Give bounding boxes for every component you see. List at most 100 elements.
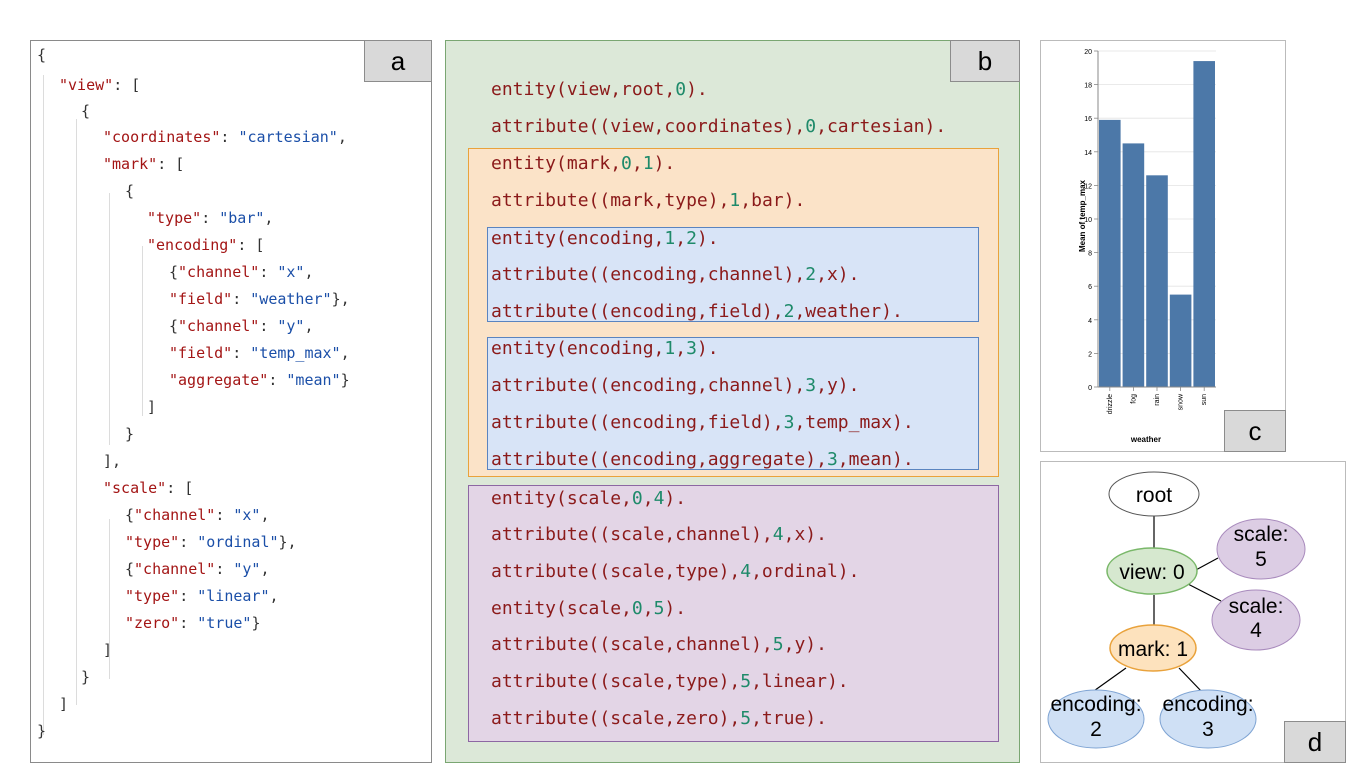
- y-tick-label: 6: [1088, 284, 1092, 291]
- json-key: "view": [59, 76, 114, 94]
- panel-label-b: b: [950, 40, 1020, 82]
- json-line: "type": "linear",: [125, 586, 279, 606]
- asp-fact: attribute((encoding,channel),3,y).: [491, 375, 860, 396]
- json-punct: :: [268, 371, 287, 389]
- json-string: "ordinal": [197, 533, 279, 551]
- node-scale-5-index: 5: [1255, 548, 1267, 571]
- json-line: {: [125, 181, 134, 201]
- node-encoding-2-label: encoding:: [1050, 693, 1141, 716]
- json-line: "type": "bar",: [147, 208, 273, 228]
- json-line: {: [81, 101, 90, 121]
- asp-fact: attribute((scale,type),4,ordinal).: [491, 561, 860, 582]
- json-punct: :: [259, 263, 278, 281]
- bar-snow: [1169, 294, 1192, 387]
- json-string: "true": [197, 614, 252, 632]
- json-line: }: [81, 667, 90, 687]
- json-key: "aggregate": [169, 371, 269, 389]
- asp-fact: attribute((encoding,field),2,weather).: [491, 301, 903, 322]
- x-tick-label: rain: [1154, 394, 1161, 406]
- json-punct: : [: [113, 76, 141, 94]
- json-key: "channel": [178, 317, 260, 335]
- json-line: {"channel": "y",: [169, 316, 314, 336]
- json-key: "channel": [134, 506, 216, 524]
- json-punct: : [: [157, 155, 185, 173]
- json-string: "bar": [219, 209, 265, 227]
- asp-facts-panel: entity(view,root,0). attribute((view,coor…: [445, 40, 1020, 763]
- asp-fact: attribute((scale,channel),4,x).: [491, 524, 827, 545]
- edge-mark-enc3: [1178, 667, 1204, 694]
- json-punct: },: [331, 290, 350, 308]
- json-string: "y": [277, 317, 305, 335]
- json-string: "cartesian": [238, 128, 338, 146]
- json-spec-panel: {"view": [{"coordinates": "cartesian", "m…: [30, 40, 432, 763]
- asp-fact: entity(mark,0,1).: [491, 153, 676, 174]
- node-view-label: view: 0: [1119, 561, 1184, 584]
- x-tick-label: sun: [1201, 394, 1208, 405]
- bar-drizzle: [1099, 119, 1121, 387]
- panel-label-d: d: [1284, 721, 1346, 763]
- x-axis-label: weather: [1130, 435, 1161, 444]
- asp-fact: attribute((encoding,aggregate),3,mean).: [491, 449, 914, 470]
- json-punct: :: [259, 317, 278, 335]
- json-key: "channel": [134, 560, 216, 578]
- json-string: "y": [233, 560, 261, 578]
- json-key: "field": [169, 290, 233, 308]
- json-key: "type": [147, 209, 202, 227]
- json-punct: :: [215, 506, 234, 524]
- json-key: "field": [169, 344, 233, 362]
- indent-guide: [142, 246, 143, 416]
- json-punct: {: [37, 46, 47, 64]
- json-key: "channel": [178, 263, 260, 281]
- json-punct: ]: [103, 641, 113, 659]
- json-string: "linear": [197, 587, 270, 605]
- entity-tree-panel: root view: 0 scale: 5 scale: 4 mark: 1 e…: [1040, 461, 1346, 763]
- indent-guide: [76, 119, 77, 705]
- x-tick-label: fog: [1130, 394, 1137, 404]
- json-line: "view": [: [59, 75, 140, 95]
- y-tick-label: 16: [1084, 116, 1092, 123]
- indent-guide: [109, 193, 110, 445]
- json-line: ]: [103, 640, 112, 660]
- panel-label-c: c: [1224, 410, 1286, 452]
- json-punct: :: [201, 209, 220, 227]
- asp-fact: entity(encoding,1,3).: [491, 338, 719, 359]
- json-punct: ,: [304, 317, 314, 335]
- json-key: "coordinates": [103, 128, 221, 146]
- asp-fact: attribute((encoding,field),3,temp_max).: [491, 412, 914, 433]
- json-line: {"channel": "y",: [125, 559, 270, 579]
- json-punct: {: [169, 263, 179, 281]
- panel-label-a: a: [364, 40, 432, 82]
- json-line: "encoding": [: [147, 235, 264, 255]
- json-key: "scale": [103, 479, 167, 497]
- json-line: "coordinates": "cartesian",: [103, 127, 347, 147]
- json-punct: ,: [340, 344, 350, 362]
- json-punct: ,: [260, 560, 270, 578]
- json-line: ]: [59, 694, 68, 714]
- y-tick-label: 20: [1084, 49, 1092, 56]
- json-line: }: [125, 424, 134, 444]
- json-punct: {: [125, 560, 135, 578]
- json-string: "temp_max": [250, 344, 341, 362]
- y-tick-label: 8: [1088, 251, 1092, 258]
- entity-tree: root view: 0 scale: 5 scale: 4 mark: 1 e…: [1047, 471, 1306, 749]
- json-line: {"channel": "x",: [169, 262, 314, 282]
- json-line: ],: [103, 451, 121, 471]
- json-punct: }: [37, 722, 47, 740]
- json-punct: : [: [237, 236, 265, 254]
- edge-mark-enc2: [1090, 667, 1127, 694]
- asp-fact: entity(view,root,0).: [491, 79, 708, 100]
- asp-fact: entity(scale,0,4).: [491, 488, 687, 509]
- node-root-label: root: [1136, 484, 1172, 507]
- y-tick-label: 4: [1088, 318, 1092, 325]
- json-punct: }: [81, 668, 91, 686]
- json-punct: }: [251, 614, 261, 632]
- node-mark-label: mark: 1: [1118, 638, 1188, 661]
- asp-fact: attribute((view,coordinates),0,cartesian…: [491, 116, 947, 137]
- bar-rain: [1146, 175, 1168, 387]
- edge-view-scale4: [1185, 582, 1222, 602]
- json-punct: :: [179, 533, 198, 551]
- y-tick-label: 2: [1088, 351, 1092, 358]
- asp-fact: attribute((encoding,channel),2,x).: [491, 264, 860, 285]
- json-punct: :: [220, 128, 239, 146]
- json-line: "field": "temp_max",: [169, 343, 350, 363]
